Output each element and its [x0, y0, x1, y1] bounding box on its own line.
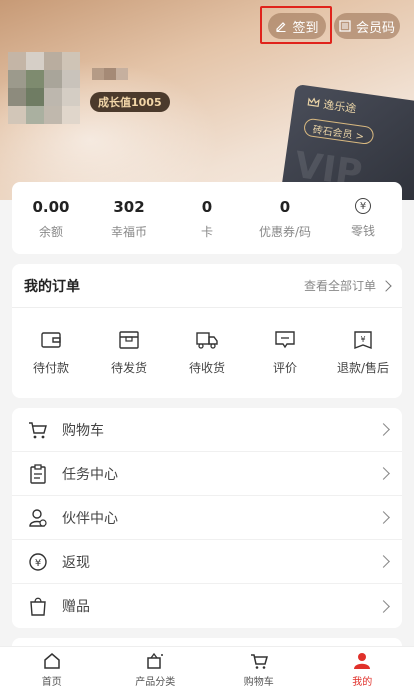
yen-circle-icon: ¥ [355, 198, 371, 214]
feature-menu-card: 购物车 任务中心 伙伴中心 ¥ 返现 赠品 [12, 408, 402, 628]
stat-value: 0 [279, 197, 291, 216]
order-label: 待付款 [32, 361, 69, 375]
menu-item-gifts[interactable]: 赠品 [12, 584, 402, 628]
svg-text:¥: ¥ [35, 558, 41, 569]
menu-item-cashback[interactable]: ¥ 返现 [12, 540, 402, 584]
tab-label: 我的 [352, 676, 373, 688]
menu-item-label: 购物车 [62, 422, 104, 439]
order-review[interactable]: 评价 [246, 330, 324, 376]
order-pending-shipment[interactable]: 待发货 [90, 330, 168, 376]
stat-label: 零钱 [350, 224, 375, 238]
order-pending-receipt[interactable]: 待收货 [168, 330, 246, 376]
cart-icon [29, 421, 47, 438]
stat-value: 0 [201, 197, 213, 216]
view-all-orders-label: 查看全部订单 [303, 279, 376, 293]
member-code-label: 会员码 [355, 20, 395, 36]
comment-icon [275, 331, 295, 349]
refund-icon: ¥ [354, 331, 372, 350]
crown-icon [307, 97, 320, 107]
menu-item-label: 赠品 [62, 599, 90, 615]
avatar[interactable] [8, 52, 80, 124]
category-icon [147, 652, 164, 669]
chevron-right-icon [377, 511, 390, 524]
orders-header: 我的订单 查看全部订单 [12, 264, 402, 308]
chevron-right-icon [377, 423, 390, 436]
cashback-icon: ¥ [29, 552, 47, 571]
order-label: 待收货 [188, 361, 225, 375]
chevron-right-icon [377, 599, 390, 613]
my-orders-card: 我的订单 查看全部订单 待付款 待发货 待收货 评价 ¥ 退款/售后 [12, 264, 402, 398]
wallet-icon [41, 332, 61, 348]
clipboard-icon [30, 463, 46, 484]
growth-value-label: 成长值1005 [98, 96, 162, 109]
menu-item-task-center[interactable]: 任务中心 [12, 452, 402, 496]
menu-item-label: 返现 [62, 554, 90, 571]
assets-stats-card: 0.00 余额 302 幸福币 0 卡 0 优惠券/码 ¥ 零钱 [12, 182, 402, 254]
tab-mine[interactable]: 我的 [311, 647, 414, 692]
chevron-right-icon [377, 555, 390, 568]
bottom-tab-bar: 首页 产品分类 购物车 我的 [0, 646, 414, 692]
gift-bag-icon [30, 597, 46, 616]
stat-label: 幸福币 [110, 224, 147, 239]
truck-icon [196, 332, 218, 349]
order-label: 评价 [272, 361, 297, 375]
barcode-icon [339, 20, 351, 32]
order-refund-aftersale[interactable]: ¥ 退款/售后 [324, 330, 402, 376]
menu-item-label: 伙伴中心 [62, 510, 118, 527]
tab-cart[interactable]: 购物车 [207, 647, 311, 692]
order-pending-payment[interactable]: 待付款 [12, 330, 90, 376]
tab-home[interactable]: 首页 [0, 647, 104, 692]
orders-title: 我的订单 [24, 278, 80, 295]
order-label: 待发货 [110, 361, 147, 375]
stat-balance[interactable]: 0.00 余额 [12, 182, 90, 254]
profile-header: 签到 会员码 成长值1005 逸乐途 砖石会员 > VIP [0, 0, 414, 200]
stat-label: 卡 [200, 224, 213, 239]
vip-level-badge[interactable]: 砖石会员 > [302, 117, 375, 146]
partner-icon [29, 508, 47, 527]
growth-value-badge[interactable]: 成长值1005 [90, 92, 170, 112]
vip-level-label: 砖石会员 > [312, 124, 365, 143]
home-icon [44, 652, 60, 669]
checkin-highlight-box [260, 6, 332, 44]
stat-change[interactable]: ¥ 零钱 [324, 182, 402, 254]
vip-brand-label: 逸乐途 [322, 98, 357, 116]
tab-label: 购物车 [243, 676, 274, 688]
order-status-row: 待付款 待发货 待收货 评价 ¥ 退款/售后 [12, 308, 402, 398]
stat-value: 302 [113, 197, 145, 216]
stat-value: 0.00 [32, 197, 70, 216]
stat-coupons[interactable]: 0 优惠券/码 [246, 182, 324, 254]
user-icon [354, 652, 371, 669]
box-icon [119, 331, 139, 349]
menu-item-label: 任务中心 [62, 466, 118, 483]
order-label: 退款/售后 [336, 361, 390, 375]
vip-brand: 逸乐途 [307, 94, 358, 117]
menu-item-partner-center[interactable]: 伙伴中心 [12, 496, 402, 540]
stat-cards[interactable]: 0 卡 [168, 182, 246, 254]
nickname-blurred [92, 68, 128, 80]
tab-label: 首页 [41, 676, 62, 688]
view-all-orders-link[interactable]: 查看全部订单 [303, 277, 392, 294]
tab-categories[interactable]: 产品分类 [104, 647, 208, 692]
svg-text:¥: ¥ [360, 335, 365, 344]
chevron-right-icon [377, 467, 390, 480]
member-code-button[interactable]: 会员码 [334, 13, 400, 39]
stat-happiness-coins[interactable]: 302 幸福币 [90, 182, 168, 254]
menu-item-cart[interactable]: 购物车 [12, 408, 402, 452]
stat-label: 优惠券/码 [258, 224, 312, 239]
stat-label: 余额 [38, 224, 63, 239]
chevron-right-icon [380, 279, 392, 292]
cart-icon [250, 653, 268, 669]
tab-label: 产品分类 [135, 676, 176, 688]
